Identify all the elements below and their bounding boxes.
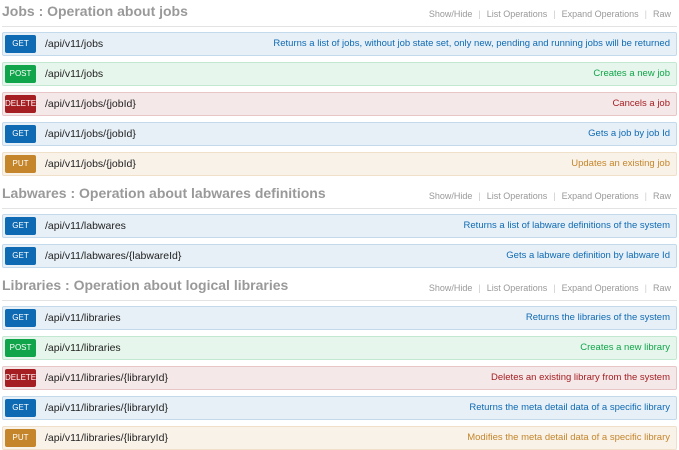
operation-path[interactable]: /api/v11/libraries: [45, 337, 121, 359]
operation-path[interactable]: /api/v11/libraries/{libraryId}: [45, 367, 168, 389]
operation-path[interactable]: /api/v11/jobs/{jobId}: [45, 153, 136, 175]
list-operations-link[interactable]: List Operations: [487, 9, 548, 19]
divider: |: [478, 283, 481, 293]
method-badge[interactable]: GET: [5, 309, 36, 327]
method-badge[interactable]: GET: [5, 217, 36, 235]
method-badge[interactable]: GET: [5, 399, 36, 417]
operation-row[interactable]: GET /api/v11/labwares Returns a list of …: [2, 214, 677, 238]
section-header: Libraries : Operation about logical libr…: [2, 274, 677, 301]
section-links: Show/Hide | List Operations | Expand Operati…: [429, 283, 671, 293]
operation-path[interactable]: /api/v11/labwares: [45, 215, 126, 237]
operation-summary[interactable]: Returns the libraries of the system: [526, 307, 670, 329]
section-header: Labwares : Operation about labwares defi…: [2, 182, 677, 209]
divider: |: [478, 9, 481, 19]
show-hide-link[interactable]: Show/Hide: [429, 283, 473, 293]
operation-path[interactable]: /api/v11/libraries: [45, 307, 121, 329]
list-operations-link[interactable]: List Operations: [487, 283, 548, 293]
operation-row[interactable]: POST /api/v11/jobs Creates a new job: [2, 62, 677, 86]
method-badge[interactable]: POST: [5, 339, 36, 357]
show-hide-link[interactable]: Show/Hide: [429, 191, 473, 201]
operation-summary[interactable]: Returns a list of jobs, without job stat…: [273, 33, 670, 55]
operation-row[interactable]: GET /api/v11/jobs Returns a list of jobs…: [2, 32, 677, 56]
divider: |: [644, 9, 647, 19]
operation-summary[interactable]: Modifies the meta detail data of a speci…: [467, 427, 670, 449]
operation-summary[interactable]: Deletes an existing library from the sys…: [491, 367, 670, 389]
raw-link[interactable]: Raw: [653, 283, 671, 293]
operation-path[interactable]: /api/v11/labwares/{labwareId}: [45, 245, 181, 267]
operation-row[interactable]: GET /api/v11/libraries/{libraryId} Retur…: [2, 396, 677, 420]
expand-operations-link[interactable]: Expand Operations: [562, 191, 639, 201]
operation-summary[interactable]: Creates a new library: [580, 337, 670, 359]
raw-link[interactable]: Raw: [653, 191, 671, 201]
method-badge[interactable]: DELETE: [5, 95, 36, 113]
section-jobs: Jobs : Operation about jobs Show/Hide | Li…: [0, 0, 679, 176]
operation-path[interactable]: /api/v11/jobs/{jobId}: [45, 123, 136, 145]
method-badge[interactable]: PUT: [5, 429, 36, 447]
operation-row[interactable]: POST /api/v11/libraries Creates a new li…: [2, 336, 677, 360]
divider: |: [553, 9, 556, 19]
method-badge[interactable]: GET: [5, 35, 36, 53]
raw-link[interactable]: Raw: [653, 9, 671, 19]
section-header: Jobs : Operation about jobs Show/Hide | Li…: [2, 0, 677, 27]
divider: |: [553, 283, 556, 293]
operation-summary[interactable]: Gets a job by job Id: [588, 123, 670, 145]
method-badge[interactable]: PUT: [5, 155, 36, 173]
section-title[interactable]: Labwares : Operation about labwares defi…: [2, 185, 326, 201]
expand-operations-link[interactable]: Expand Operations: [562, 9, 639, 19]
expand-operations-link[interactable]: Expand Operations: [562, 283, 639, 293]
operation-row[interactable]: PUT /api/v11/libraries/{libraryId} Modif…: [2, 426, 677, 450]
operation-row[interactable]: DELETE /api/v11/libraries/{libraryId} De…: [2, 366, 677, 390]
section-title[interactable]: Jobs : Operation about jobs: [2, 3, 188, 19]
operation-row[interactable]: PUT /api/v11/jobs/{jobId} Updates an exi…: [2, 152, 677, 176]
show-hide-link[interactable]: Show/Hide: [429, 9, 473, 19]
operation-path[interactable]: /api/v11/jobs/{jobId}: [45, 93, 136, 115]
operation-row[interactable]: GET /api/v11/jobs/{jobId} Gets a job by …: [2, 122, 677, 146]
operation-summary[interactable]: Creates a new job: [593, 63, 670, 85]
section-labwares: Labwares : Operation about labwares defi…: [0, 182, 679, 268]
operation-row[interactable]: DELETE /api/v11/jobs/{jobId} Cancels a j…: [2, 92, 677, 116]
operation-row[interactable]: GET /api/v11/labwares/{labwareId} Gets a…: [2, 244, 677, 268]
operation-summary[interactable]: Gets a labware definition by labware Id: [506, 245, 670, 267]
operation-summary[interactable]: Cancels a job: [612, 93, 670, 115]
divider: |: [553, 191, 556, 201]
list-operations-link[interactable]: List Operations: [487, 191, 548, 201]
divider: |: [644, 191, 647, 201]
divider: |: [478, 191, 481, 201]
method-badge[interactable]: GET: [5, 247, 36, 265]
operation-summary[interactable]: Returns a list of labware definitions of…: [464, 215, 670, 237]
operation-path[interactable]: /api/v11/libraries/{libraryId}: [45, 427, 168, 449]
operation-summary[interactable]: Updates an existing job: [571, 153, 670, 175]
section-links: Show/Hide | List Operations | Expand Operati…: [429, 9, 671, 19]
section-links: Show/Hide | List Operations | Expand Operati…: [429, 191, 671, 201]
method-badge[interactable]: DELETE: [5, 369, 36, 387]
section-title[interactable]: Libraries : Operation about logical libr…: [2, 277, 288, 293]
divider: |: [644, 283, 647, 293]
operation-summary[interactable]: Returns the meta detail data of a specif…: [469, 397, 670, 419]
operation-path[interactable]: /api/v11/jobs: [45, 33, 103, 55]
method-badge[interactable]: GET: [5, 125, 36, 143]
operation-path[interactable]: /api/v11/jobs: [45, 63, 103, 85]
operation-path[interactable]: /api/v11/libraries/{libraryId}: [45, 397, 168, 419]
operation-row[interactable]: GET /api/v11/libraries Returns the libra…: [2, 306, 677, 330]
section-libraries: Libraries : Operation about logical libr…: [0, 274, 679, 450]
method-badge[interactable]: POST: [5, 65, 36, 83]
